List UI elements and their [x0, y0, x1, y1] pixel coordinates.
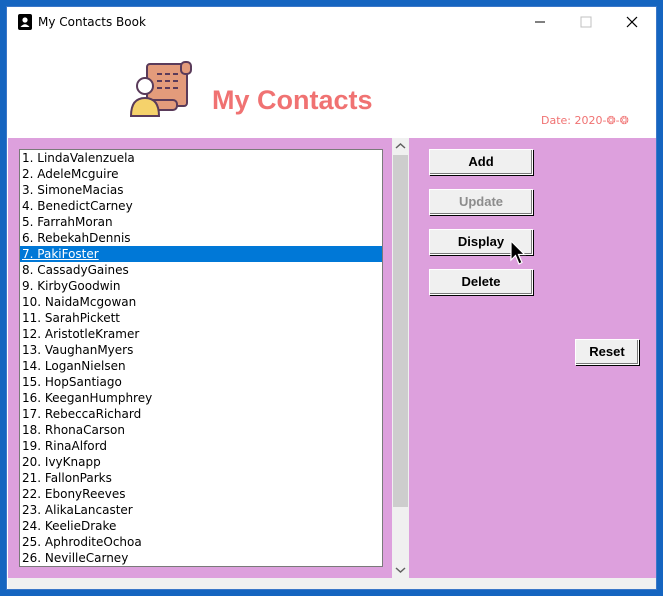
scroll-down-icon[interactable] — [392, 561, 409, 578]
contact-list-item[interactable]: 4. BenedictCarney — [20, 198, 382, 214]
contact-list-item[interactable]: 2. AdeleMcguire — [20, 166, 382, 182]
scroll-up-icon[interactable] — [392, 138, 409, 155]
bottom-strip — [8, 578, 656, 589]
contact-list-item[interactable]: 24. KeelieDrake — [20, 518, 382, 534]
contact-list-item[interactable]: 23. AlikaLancaster — [20, 502, 382, 518]
page-title: My Contacts — [212, 85, 373, 115]
header: My Contacts Date: 2020-❂-❂ — [7, 37, 656, 138]
minimize-icon — [535, 21, 545, 23]
title-bar[interactable]: My Contacts Book — [7, 7, 656, 37]
window-title: My Contacts Book — [38, 15, 146, 29]
contact-list-item[interactable]: 3. SimoneMacias — [20, 182, 382, 198]
contact-list-item[interactable]: 9. KirbyGoodwin — [20, 278, 382, 294]
contact-list-item[interactable]: 1. LindaValenzuela — [20, 150, 382, 166]
contact-list-item[interactable]: 6. RebekahDennis — [20, 230, 382, 246]
contact-list-item[interactable]: 8. CassadyGaines — [20, 262, 382, 278]
contact-list-item[interactable]: 7. PakiFoster — [20, 246, 382, 262]
contact-list-item[interactable]: 12. AristotleKramer — [20, 326, 382, 342]
contact-list-item[interactable]: 21. FallonParks — [20, 470, 382, 486]
contact-list-item[interactable]: 20. IvyKnapp — [20, 454, 382, 470]
contact-book-icon — [18, 14, 32, 30]
delete-button[interactable]: Delete — [429, 269, 533, 295]
contact-list-item[interactable]: 15. HopSantiago — [20, 374, 382, 390]
update-button[interactable]: Update — [429, 189, 533, 215]
close-button[interactable] — [609, 7, 655, 37]
contact-list-item[interactable]: 18. RhonaCarson — [20, 422, 382, 438]
contact-list-item[interactable]: 22. EbonyReeves — [20, 486, 382, 502]
contact-list-item[interactable]: 19. RinaAlford — [20, 438, 382, 454]
contact-list-item[interactable]: 10. NaidaMcgowan — [20, 294, 382, 310]
minimize-button[interactable] — [517, 7, 563, 37]
contact-list-item[interactable]: 17. RebeccaRichard — [20, 406, 382, 422]
app-window: My Contacts Book My Contacts Date: 2020-… — [6, 6, 657, 590]
close-icon — [626, 16, 638, 28]
scroll-thumb[interactable] — [393, 155, 408, 507]
contact-list-item[interactable]: 14. LoganNielsen — [20, 358, 382, 374]
reset-button[interactable]: Reset — [575, 339, 639, 365]
contact-list-item[interactable]: 26. NevilleCarney — [20, 550, 382, 566]
contact-list-item[interactable]: 11. SarahPickett — [20, 310, 382, 326]
add-button[interactable]: Add — [429, 149, 533, 175]
contacts-logo-icon — [129, 61, 192, 117]
maximize-button[interactable] — [563, 7, 609, 37]
date-label: Date: 2020-❂-❂ — [541, 114, 629, 127]
contact-list-item[interactable]: 25. AphroditeOchoa — [20, 534, 382, 550]
maximize-icon — [580, 16, 592, 28]
contacts-listbox[interactable]: 1. LindaValenzuela 2. AdeleMcguire 3. Simo… — [19, 149, 383, 567]
main-panel: 1. LindaValenzuela 2. AdeleMcguire 3. Simo… — [8, 138, 656, 578]
list-scrollbar[interactable] — [392, 138, 409, 578]
mouse-pointer-icon — [510, 240, 526, 265]
contact-list-item[interactable]: 16. KeeganHumphrey — [20, 390, 382, 406]
contact-list-item[interactable]: 5. FarrahMoran — [20, 214, 382, 230]
contact-list-item[interactable]: 13. VaughanMyers — [20, 342, 382, 358]
